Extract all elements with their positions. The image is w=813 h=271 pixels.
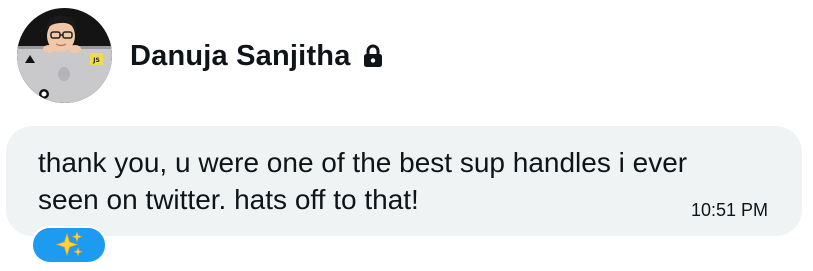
- avatar[interactable]: JS: [17, 8, 112, 103]
- message-text: thank you, u were one of the best sup ha…: [38, 147, 688, 215]
- message-bubble[interactable]: thank you, u were one of the best sup ha…: [6, 126, 802, 236]
- svg-text:JS: JS: [92, 57, 100, 64]
- reaction-badge[interactable]: [31, 226, 107, 264]
- lock-icon: [363, 44, 383, 68]
- dm-message-view: JS Danuja Sanjitha thank you, u were one…: [0, 0, 813, 271]
- message-timestamp: 10:51 PM: [690, 200, 768, 220]
- sender-name[interactable]: Danuja Sanjitha: [130, 40, 351, 73]
- avatar-image: JS: [17, 8, 112, 103]
- sparkles-icon: [54, 231, 84, 259]
- sender-header: Danuja Sanjitha: [130, 36, 383, 76]
